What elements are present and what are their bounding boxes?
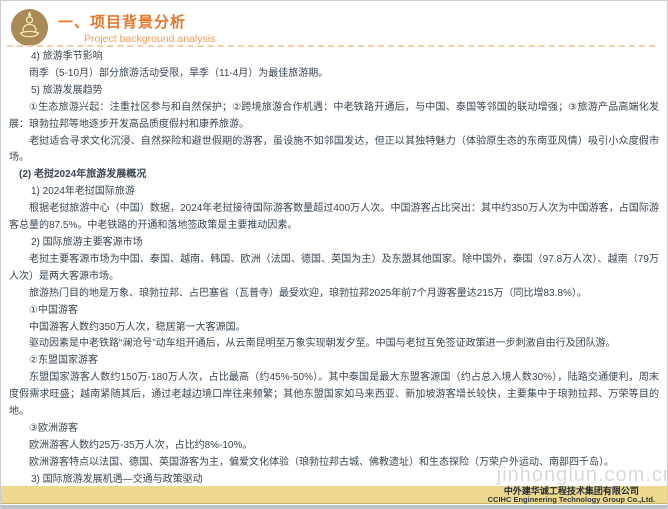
- footer-bar: 中外建华诚工程技术集团有限公司 CCIHC Engineering Techno…: [1, 486, 667, 504]
- document-page: 一、项目背景分析 Project background analysis 4) …: [0, 0, 668, 509]
- company-signature: 中外建华诚工程技术集团有限公司 CCIHC Engineering Techno…: [488, 486, 655, 504]
- section-title-block: 一、项目背景分析 Project background analysis: [58, 11, 215, 45]
- page-title: 一、项目背景分析: [58, 11, 215, 32]
- paragraph: 驱动因素是中老铁路“澜沧号”动车组开通后，从云南昆明至万象实现朝发夕至。中国与老…: [9, 336, 659, 353]
- paragraph: 老挝主要客源市场为中国、泰国、越南、韩国、欧洲（法国、德国、英国为主）及东盟其他…: [9, 252, 659, 286]
- paragraph: ②东盟国家游客: [9, 353, 659, 370]
- company-name-en: CCIHC Engineering Technology Group Co.,L…: [488, 496, 655, 504]
- page-subtitle: Project background analysis: [84, 33, 215, 45]
- paragraph: 中国游客人数约350万人次，稳居第一大客源国。: [9, 320, 659, 337]
- document-body: 4) 旅游季节影响雨季（5-10月）部分旅游活动受限，旱季（11-4月）为最佳旅…: [1, 47, 667, 509]
- paragraph: 老挝适合寻求文化沉浸、自然探险和避世假期的游客，虽设施不如邻国发达，但正以其独特…: [9, 134, 659, 168]
- paragraph: ①中国游客: [9, 303, 659, 320]
- paragraph: 1) 2024年老挝国际旅游: [9, 184, 659, 201]
- paragraph: 根据老挝旅游中心（中国）数据，2024年老挝接待国际游客数量超过400万人次。中…: [9, 201, 659, 235]
- page-header: 一、项目背景分析 Project background analysis: [1, 1, 667, 48]
- paragraph: (2) 老挝2024年旅游发展概况: [9, 167, 659, 184]
- paragraph: ③欧洲游客: [9, 421, 659, 438]
- paragraph: 2) 国际旅游主要客源市场: [9, 235, 659, 252]
- meditation-lotus-icon: [10, 8, 49, 47]
- paragraph: 欧洲游客人数约25万-35万人次，占比约8%-10%。: [9, 438, 659, 455]
- paragraph: ①生态旅游兴起：注重社区参与和自然保护；②跨境旅游合作机遇：中老铁路开通后，与中…: [9, 100, 659, 134]
- paragraph: 4) 旅游季节影响: [9, 49, 659, 66]
- paragraph: 东盟国家游客人数约150万-180万人次，占比最高（约45%-50%）。其中泰国…: [9, 370, 659, 421]
- paragraph: 欧洲游客特点以法国、德国、英国游客为主，偏爱文化体验（琅勃拉邦古城、佛教遗址）和…: [9, 455, 659, 472]
- paragraph: 5) 旅游发展趋势: [9, 83, 659, 100]
- page-bottom-edge: [1, 505, 667, 508]
- paragraph: 旅游热门目的地是万象、琅勃拉邦、占巴塞省（瓦普寺）最受欢迎，琅勃拉邦2025年前…: [9, 286, 659, 303]
- paragraph: 雨季（5-10月）部分旅游活动受限，旱季（11-4月）为最佳旅游期。: [9, 66, 659, 83]
